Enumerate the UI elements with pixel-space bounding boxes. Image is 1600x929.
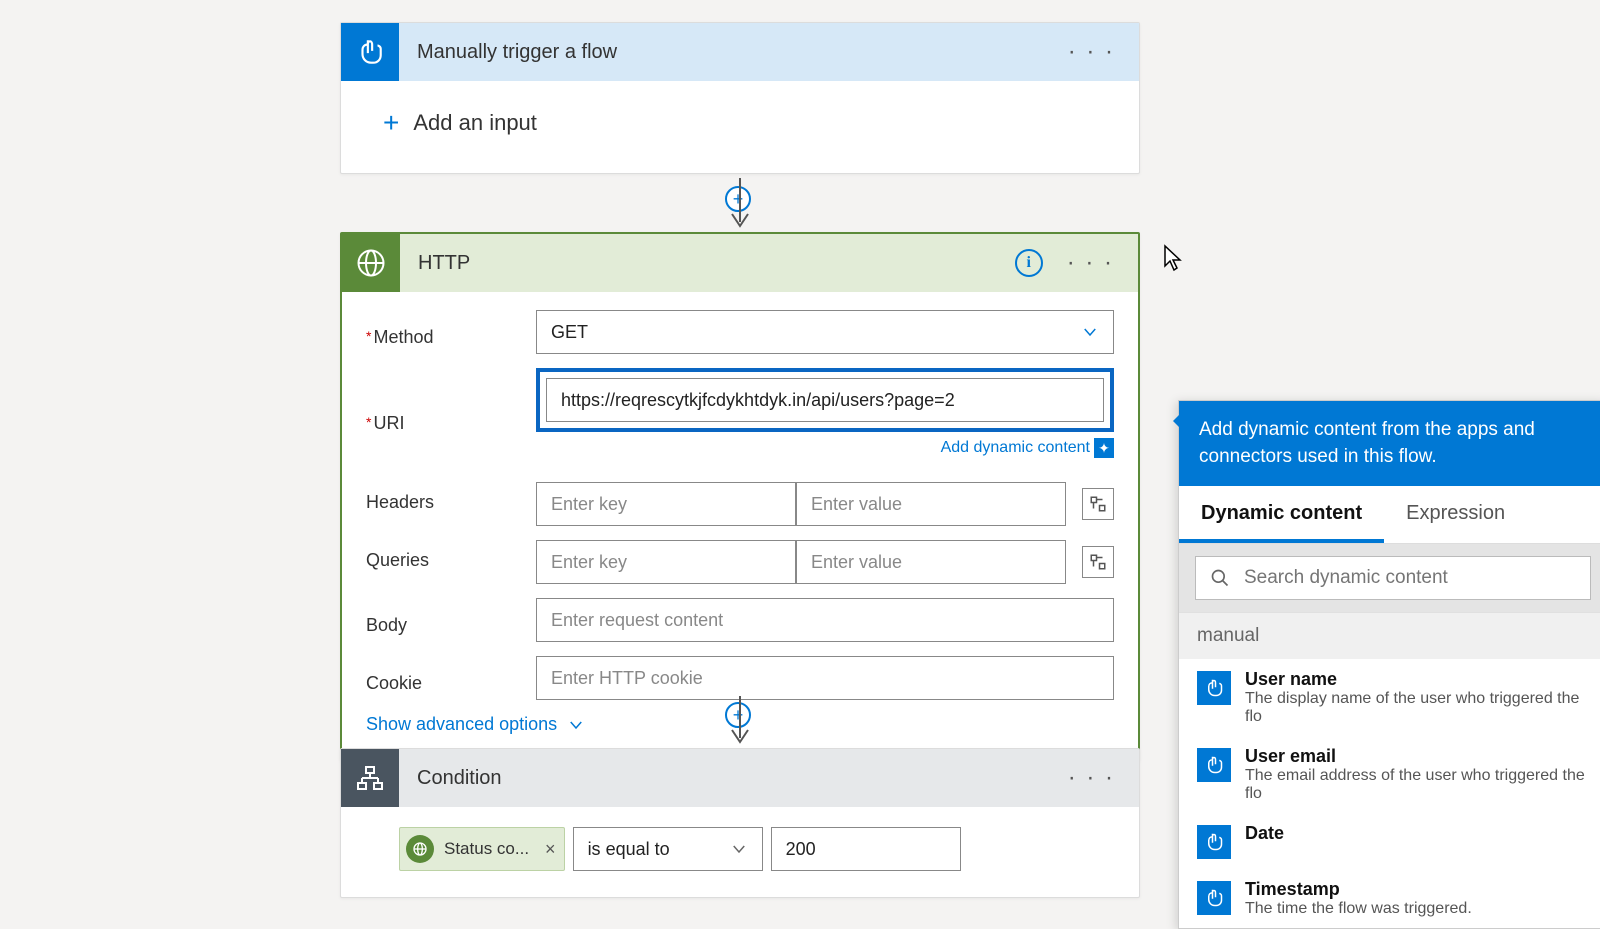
query-key-input[interactable] [536, 540, 796, 584]
pointer-icon [1197, 881, 1231, 915]
headers-switch-button[interactable] [1082, 488, 1114, 520]
add-input-label: Add an input [413, 110, 537, 136]
trigger-header[interactable]: Manually trigger a flow · · · [341, 23, 1139, 81]
chevron-down-icon [567, 716, 585, 734]
dynamic-item[interactable]: User nameThe display name of the user wh… [1179, 659, 1600, 736]
method-select[interactable]: GET [536, 310, 1114, 354]
queries-label: Queries [366, 540, 536, 571]
query-value-input[interactable] [796, 540, 1066, 584]
queries-switch-button[interactable] [1082, 546, 1114, 578]
dynamic-item-title: Timestamp [1245, 879, 1472, 900]
dynamic-item-title: User email [1245, 746, 1589, 767]
dynamic-item[interactable]: Date [1179, 813, 1600, 869]
http-menu-button[interactable]: · · · [1061, 249, 1120, 277]
method-label: Method [366, 317, 536, 348]
branch-icon [341, 749, 399, 807]
dynamic-badge-icon: ✦ [1094, 438, 1114, 458]
condition-title: Condition [399, 767, 1062, 790]
pill-label: Status co... [444, 839, 529, 859]
body-input[interactable] [536, 598, 1114, 642]
condition-operator-select[interactable]: is equal to [573, 827, 763, 871]
http-header[interactable]: HTTP i · · · [342, 234, 1138, 292]
dynamic-search-input[interactable] [1244, 567, 1576, 589]
dynamic-item-title: User name [1245, 669, 1589, 690]
plus-icon: + [383, 107, 399, 139]
chevron-down-icon [730, 840, 748, 858]
header-value-input[interactable] [796, 482, 1066, 526]
trigger-menu-button[interactable]: · · · [1062, 38, 1121, 66]
pill-remove-button[interactable]: × [539, 839, 556, 860]
dynamic-content-panel: Add dynamic content from the apps and co… [1178, 400, 1600, 929]
uri-input[interactable] [546, 378, 1104, 422]
dynamic-item[interactable]: User emailThe email address of the user … [1179, 736, 1600, 813]
dynamic-item-desc: The time the flow was triggered. [1245, 900, 1472, 918]
condition-card: Condition · · · Status co... × is equal … [340, 748, 1140, 898]
connector-2: + [738, 696, 742, 748]
http-title: HTTP [400, 252, 1015, 275]
condition-menu-button[interactable]: · · · [1062, 764, 1121, 792]
header-key-input[interactable] [536, 482, 796, 526]
pointer-icon [1197, 825, 1231, 859]
add-input-button[interactable]: + Add an input [341, 81, 1139, 173]
uri-focus-frame [536, 368, 1114, 432]
dynamic-item-desc: The email address of the user who trigge… [1245, 767, 1589, 803]
show-advanced-label: Show advanced options [366, 714, 557, 735]
condition-value-pill[interactable]: Status co... × [399, 827, 565, 871]
mouse-cursor-icon [1163, 244, 1183, 278]
info-icon[interactable]: i [1015, 249, 1043, 277]
globe-icon [342, 234, 400, 292]
pointer-icon [1197, 748, 1231, 782]
pointer-icon [1197, 671, 1231, 705]
add-dynamic-content-link[interactable]: Add dynamic content✦ [536, 438, 1114, 458]
uri-label: URI [366, 403, 536, 434]
globe-icon [406, 835, 434, 863]
cookie-input[interactable] [536, 656, 1114, 700]
http-card: HTTP i · · · Method GET URI [340, 232, 1140, 761]
dynamic-panel-header: Add dynamic content from the apps and co… [1179, 401, 1600, 486]
search-icon [1210, 568, 1230, 588]
condition-value-input[interactable] [771, 827, 961, 871]
dynamic-item-desc: The display name of the user who trigger… [1245, 690, 1589, 726]
trigger-title: Manually trigger a flow [399, 41, 1062, 64]
tab-dynamic-content[interactable]: Dynamic content [1179, 486, 1384, 543]
chevron-down-icon [1081, 323, 1099, 341]
headers-label: Headers [366, 482, 536, 513]
pointer-icon [341, 23, 399, 81]
body-label: Body [366, 605, 536, 636]
dynamic-search[interactable] [1195, 556, 1591, 600]
dynamic-item-title: Date [1245, 823, 1284, 844]
dynamic-section-manual: manual [1179, 612, 1600, 659]
trigger-card: Manually trigger a flow · · · + Add an i… [340, 22, 1140, 174]
tab-expression[interactable]: Expression [1384, 486, 1527, 543]
dynamic-item[interactable]: TimestampThe time the flow was triggered… [1179, 869, 1600, 928]
method-value: GET [551, 322, 588, 343]
cookie-label: Cookie [366, 663, 536, 694]
operator-value: is equal to [588, 839, 670, 860]
connector-1: + [738, 178, 742, 232]
condition-header[interactable]: Condition · · · [341, 749, 1139, 807]
dynamic-tabs: Dynamic content Expression [1179, 486, 1600, 544]
